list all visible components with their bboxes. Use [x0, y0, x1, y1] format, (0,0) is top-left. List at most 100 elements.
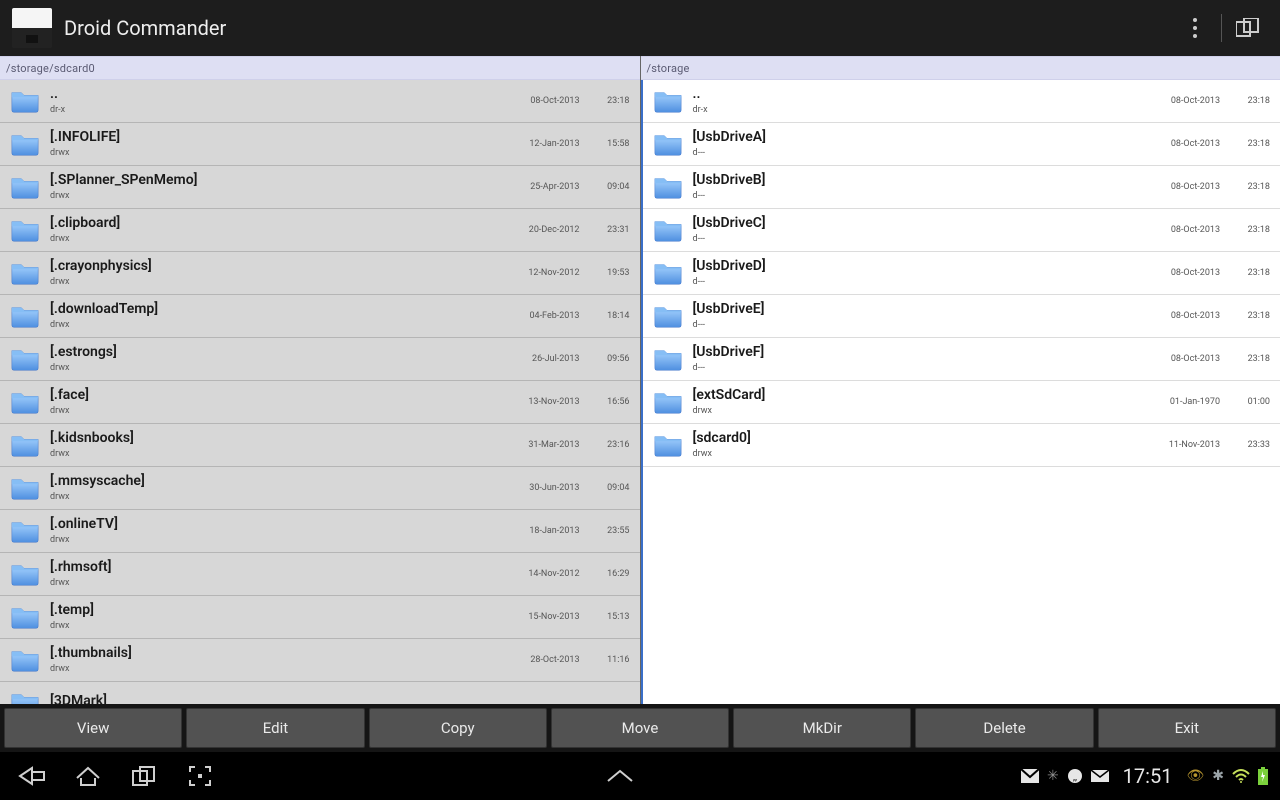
list-item[interactable]: [UsbDriveE]d---08-Oct-201323:18 [643, 295, 1280, 338]
folder-icon [10, 88, 40, 114]
list-item[interactable]: [sdcard0]drwx11-Nov-201323:33 [643, 424, 1280, 467]
file-date: 14-Nov-2012 [510, 569, 580, 579]
list-item[interactable]: [UsbDriveC]d---08-Oct-201323:18 [643, 209, 1280, 252]
file-time: 23:16 [596, 440, 630, 450]
folder-icon [10, 561, 40, 587]
list-item[interactable]: [.rhmsoft]drwx14-Nov-201216:29 [0, 553, 640, 596]
list-item[interactable]: [.crayonphysics]drwx12-Nov-201219:53 [0, 252, 640, 295]
chevron-up-icon [606, 769, 634, 783]
list-item[interactable]: [.mmsyscache]drwx30-Jun-201309:04 [0, 467, 640, 510]
file-time: 23:18 [1236, 139, 1270, 149]
screenshot-icon [189, 766, 211, 786]
list-item[interactable]: [extSdCard]drwx01-Jan-197001:00 [643, 381, 1280, 424]
file-perm: drwx [50, 406, 500, 416]
overflow-menu-button[interactable] [1175, 8, 1215, 48]
folder-icon [10, 604, 40, 630]
status-area[interactable]: ✳ ,, 17:51 👁 ✱ [1021, 764, 1268, 788]
file-date: 18-Jan-2013 [510, 526, 580, 536]
exit-button[interactable]: Exit [1098, 708, 1276, 748]
back-button[interactable] [12, 752, 52, 800]
list-item[interactable]: [UsbDriveD]d---08-Oct-201323:18 [643, 252, 1280, 295]
folder-icon [653, 303, 683, 329]
home-button[interactable] [68, 752, 108, 800]
folder-icon [10, 475, 40, 501]
file-time: 09:04 [596, 483, 630, 493]
file-time: 19:53 [596, 268, 630, 278]
file-time: 15:58 [596, 139, 630, 149]
mkdir-button[interactable]: MkDir [733, 708, 911, 748]
folder-icon [653, 174, 683, 200]
right-path-bar[interactable]: /storage [641, 56, 1280, 80]
left-path-bar[interactable]: /storage/sdcard0 [0, 56, 640, 80]
recent-apps-button[interactable] [124, 752, 164, 800]
file-name: [sdcard0] [693, 431, 1141, 446]
file-perm: drwx [50, 535, 500, 545]
list-item[interactable]: [.downloadTemp]drwx04-Feb-201318:14 [0, 295, 640, 338]
list-item[interactable]: [.INFOLIFE]drwx12-Jan-201315:58 [0, 123, 640, 166]
file-perm: d--- [693, 277, 1141, 287]
list-item[interactable]: [UsbDriveB]d---08-Oct-201323:18 [643, 166, 1280, 209]
file-perm: drwx [693, 449, 1141, 459]
view-button[interactable]: View [4, 708, 182, 748]
file-date: 25-Apr-2013 [510, 182, 580, 192]
file-date: 11-Nov-2013 [1150, 440, 1220, 450]
file-time: 09:04 [596, 182, 630, 192]
file-name: [.SPlanner_SPenMemo] [50, 173, 500, 188]
list-item[interactable]: [.temp]drwx15-Nov-201315:13 [0, 596, 640, 639]
folder-icon [653, 88, 683, 114]
folder-icon [10, 432, 40, 458]
file-name: [UsbDriveE] [693, 302, 1141, 317]
folder-icon [10, 346, 40, 372]
left-file-list[interactable]: ..dr-x08-Oct-201323:18[.INFOLIFE]drwx12-… [0, 80, 640, 704]
list-item[interactable]: [.estrongs]drwx26-Jul-201309:56 [0, 338, 640, 381]
panels-button[interactable] [1228, 8, 1268, 48]
file-date: 26-Jul-2013 [510, 354, 580, 364]
clock: 17:51 [1123, 764, 1173, 788]
list-item[interactable]: [.SPlanner_SPenMemo]drwx 25-Apr-2013 09:04 [0, 166, 640, 209]
file-perm: drwx [50, 191, 500, 201]
list-item[interactable]: [UsbDriveA]d---08-Oct-201323:18 [643, 123, 1280, 166]
list-item[interactable]: ..dr-x08-Oct-201323:18 [643, 80, 1280, 123]
separator [1221, 14, 1222, 42]
file-perm: drwx [693, 406, 1141, 416]
app-icon [12, 8, 52, 48]
file-date: 08-Oct-2013 [1150, 268, 1220, 278]
list-item[interactable]: [.face]drwx13-Nov-201316:56 [0, 381, 640, 424]
list-item[interactable]: [UsbDriveF]d---08-Oct-201323:18 [643, 338, 1280, 381]
file-date: 15-Nov-2013 [510, 612, 580, 622]
file-date: 08-Oct-2013 [1150, 96, 1220, 106]
list-item[interactable]: [.clipboard]drwx20-Dec-201223:31 [0, 209, 640, 252]
copy-button[interactable]: Copy [369, 708, 547, 748]
file-perm: dr-x [693, 105, 1141, 115]
list-item[interactable]: [.onlineTV]drwx18-Jan-201323:55 [0, 510, 640, 553]
file-perm: drwx [50, 449, 500, 459]
screenshot-button[interactable] [180, 752, 220, 800]
file-perm: drwx [50, 320, 500, 330]
file-name: [.mmsyscache] [50, 474, 500, 489]
expand-button[interactable] [600, 769, 640, 783]
file-date: 12-Nov-2012 [510, 268, 580, 278]
file-time: 16:29 [596, 569, 630, 579]
list-item[interactable]: [3DMark] [0, 682, 640, 704]
list-item[interactable]: [.thumbnails]drwx28-Oct-201311:16 [0, 639, 640, 682]
right-file-list[interactable]: ..dr-x08-Oct-201323:18[UsbDriveA]d---08-… [641, 80, 1280, 704]
list-item[interactable]: ..dr-x08-Oct-201323:18 [0, 80, 640, 123]
folder-icon [653, 217, 683, 243]
file-time: 23:31 [596, 225, 630, 235]
file-name: .. [693, 87, 1141, 102]
folder-icon [653, 432, 683, 458]
delete-button[interactable]: Delete [915, 708, 1093, 748]
file-perm: drwx [50, 621, 500, 631]
mail-icon [1091, 770, 1109, 782]
file-name: [.rhmsoft] [50, 560, 500, 575]
folder-icon [10, 647, 40, 673]
edit-button[interactable]: Edit [186, 708, 364, 748]
list-item[interactable]: [.kidsnbooks]drwx31-Mar-201323:16 [0, 424, 640, 467]
file-date: 08-Oct-2013 [1150, 225, 1220, 235]
file-date: 30-Jun-2013 [510, 483, 580, 493]
move-button[interactable]: Move [551, 708, 729, 748]
file-date: 08-Oct-2013 [1150, 354, 1220, 364]
file-time: 23:18 [1236, 225, 1270, 235]
folder-icon [10, 131, 40, 157]
file-perm: d--- [693, 363, 1141, 373]
